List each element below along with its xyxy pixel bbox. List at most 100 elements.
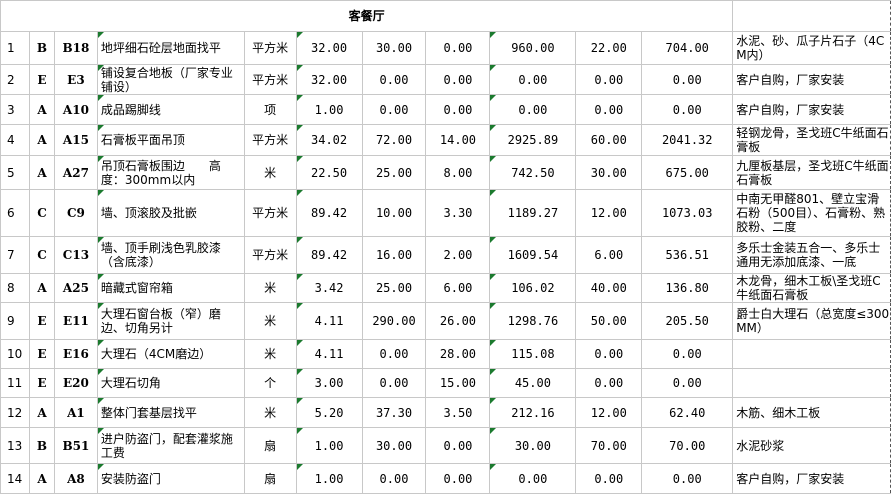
cell-unit[interactable]: 米	[243, 397, 297, 428]
cell-amount[interactable]: 2041.32	[641, 124, 734, 156]
cell-cls[interactable]: A	[28, 397, 55, 428]
cell-unit[interactable]: 米	[243, 339, 297, 369]
cell-total[interactable]: 1609.54	[489, 236, 577, 274]
cell-lab[interactable]: 6.00	[425, 273, 491, 303]
cell-qty[interactable]: 1.00	[295, 427, 363, 464]
cell-amount[interactable]: 0.00	[641, 463, 734, 494]
cell-name[interactable]: 大理石切角	[96, 368, 245, 398]
cell-code[interactable]: E16	[53, 339, 98, 369]
cell-name[interactable]: 大理石窗台板（窄）磨边、切角另计	[96, 302, 245, 340]
cell-qty[interactable]: 89.42	[295, 189, 363, 237]
cell-name[interactable]: 暗藏式窗帘箱	[96, 273, 245, 303]
cell-name[interactable]: 大理石（4CM磨边）	[96, 339, 245, 369]
cell-cls[interactable]: E	[28, 368, 55, 398]
cell-rate[interactable]: 0.00	[575, 94, 643, 125]
cell-unit[interactable]: 平方米	[243, 189, 297, 237]
cell-code[interactable]: A1	[53, 397, 98, 428]
cell-code[interactable]: A8	[53, 463, 98, 494]
cell-qty[interactable]: 34.02	[295, 124, 363, 156]
cell-rate[interactable]: 6.00	[575, 236, 643, 274]
cell-no[interactable]: 1	[0, 31, 30, 65]
cell-rate[interactable]: 0.00	[575, 463, 643, 494]
cell-code[interactable]: E20	[53, 368, 98, 398]
cell-note[interactable]: 客户自购，厂家安装	[732, 463, 891, 494]
cell-no[interactable]: 9	[0, 302, 30, 340]
cell-total[interactable]: 0.00	[489, 463, 577, 494]
cell-name[interactable]: 铺设复合地板（厂家专业铺设）	[96, 64, 245, 95]
cell-code[interactable]: A15	[53, 124, 98, 156]
cell-cls[interactable]: A	[28, 155, 55, 190]
cell-amount[interactable]: 0.00	[641, 94, 734, 125]
cell-note[interactable]: 中南无甲醛801、壁立宝滑石粉（500目）、石膏粉、熟胶粉、二度	[732, 189, 891, 237]
cell-note[interactable]: 爵士白大理石（总宽度≤300MM）	[732, 302, 891, 340]
cell-qty[interactable]: 4.11	[295, 302, 363, 340]
cell-cls[interactable]: A	[28, 463, 55, 494]
cell-cls[interactable]: E	[28, 64, 55, 95]
cell-cls[interactable]: C	[28, 189, 55, 237]
cell-no[interactable]: 3	[0, 94, 30, 125]
cell-rate[interactable]: 22.00	[575, 31, 643, 65]
cell-lab[interactable]: 28.00	[425, 339, 491, 369]
cell-unit[interactable]: 项	[243, 94, 297, 125]
cell-rate[interactable]: 30.00	[575, 155, 643, 190]
cell-lab[interactable]: 0.00	[425, 64, 491, 95]
cell-rate[interactable]: 12.00	[575, 397, 643, 428]
cell-rate[interactable]: 0.00	[575, 64, 643, 95]
cell-note[interactable]: 水泥、砂、瓜子片石子（4CM内）	[732, 31, 891, 65]
cell-total[interactable]: 742.50	[489, 155, 577, 190]
cell-lab[interactable]: 3.50	[425, 397, 491, 428]
section-title[interactable]: 客餐厅	[0, 0, 734, 32]
cell-note[interactable]: 木筋、细木工板	[732, 397, 891, 428]
cell-rate[interactable]: 70.00	[575, 427, 643, 464]
cell-amount[interactable]: 62.40	[641, 397, 734, 428]
cell-total[interactable]: 45.00	[489, 368, 577, 398]
cell-code[interactable]: B18	[53, 31, 98, 65]
cell-unit[interactable]: 扇	[243, 427, 297, 464]
cell-cls[interactable]: A	[28, 124, 55, 156]
cell-total[interactable]: 212.16	[489, 397, 577, 428]
cell-mat[interactable]: 30.00	[361, 31, 427, 65]
cell-no[interactable]: 11	[0, 368, 30, 398]
cell-name[interactable]: 整体门套基层找平	[96, 397, 245, 428]
cell-qty[interactable]: 3.00	[295, 368, 363, 398]
cell-unit[interactable]: 扇	[243, 463, 297, 494]
cell-qty[interactable]: 89.42	[295, 236, 363, 274]
cell-mat[interactable]: 0.00	[361, 64, 427, 95]
cell-rate[interactable]: 40.00	[575, 273, 643, 303]
cell-total[interactable]: 115.08	[489, 339, 577, 369]
cell-cls[interactable]: A	[28, 273, 55, 303]
cell-no[interactable]: 5	[0, 155, 30, 190]
cell-total[interactable]: 960.00	[489, 31, 577, 65]
cell-cls[interactable]: A	[28, 94, 55, 125]
cell-code[interactable]: A25	[53, 273, 98, 303]
cell-mat[interactable]: 25.00	[361, 273, 427, 303]
cell-mat[interactable]: 37.30	[361, 397, 427, 428]
cell-mat[interactable]: 0.00	[361, 463, 427, 494]
cell-lab[interactable]: 26.00	[425, 302, 491, 340]
cell-no[interactable]: 7	[0, 236, 30, 274]
cell-qty[interactable]: 1.00	[295, 94, 363, 125]
cell-mat[interactable]: 290.00	[361, 302, 427, 340]
cell-lab[interactable]: 2.00	[425, 236, 491, 274]
cell-no[interactable]: 13	[0, 427, 30, 464]
cell-note[interactable]: 九厘板基层，圣戈班C牛纸面石膏板	[732, 155, 891, 190]
cell-mat[interactable]: 16.00	[361, 236, 427, 274]
cell-name[interactable]: 地坪细石砼层地面找平	[96, 31, 245, 65]
cell-total[interactable]: 2925.89	[489, 124, 577, 156]
cell-unit[interactable]: 平方米	[243, 64, 297, 95]
cell-no[interactable]: 8	[0, 273, 30, 303]
cell-mat[interactable]: 10.00	[361, 189, 427, 237]
cell-unit[interactable]: 米	[243, 273, 297, 303]
cell-qty[interactable]: 5.20	[295, 397, 363, 428]
cell-cls[interactable]: E	[28, 339, 55, 369]
cell-rate[interactable]: 0.00	[575, 339, 643, 369]
cell-note[interactable]: 客户自购，厂家安装	[732, 94, 891, 125]
cell-amount[interactable]: 136.80	[641, 273, 734, 303]
cell-lab[interactable]: 0.00	[425, 94, 491, 125]
cell-lab[interactable]: 8.00	[425, 155, 491, 190]
cell-code[interactable]: C13	[53, 236, 98, 274]
cell-mat[interactable]: 0.00	[361, 94, 427, 125]
cell-name[interactable]: 成品踢脚线	[96, 94, 245, 125]
cell-unit[interactable]: 平方米	[243, 31, 297, 65]
cell-name[interactable]: 进户防盗门，配套灌浆施工费	[96, 427, 245, 464]
